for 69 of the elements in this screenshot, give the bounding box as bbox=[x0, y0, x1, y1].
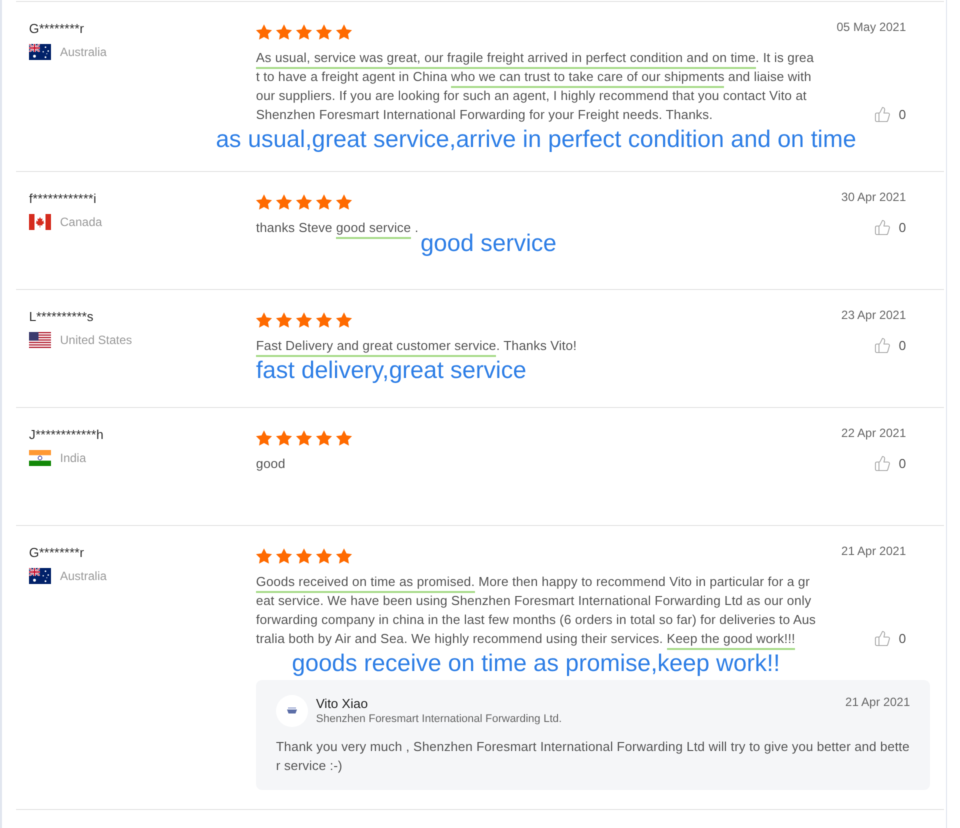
star-icon bbox=[316, 430, 332, 446]
like-button[interactable]: 0 bbox=[874, 629, 906, 648]
star-icon bbox=[256, 24, 272, 40]
review-date: 22 Apr 2021 bbox=[841, 426, 906, 440]
star-icon bbox=[276, 194, 292, 210]
company-name: Shenzhen Foresmart International Forwarding Ltd. bbox=[316, 712, 562, 726]
thumbs-up-icon bbox=[874, 630, 891, 647]
star-icon bbox=[316, 194, 332, 210]
annotation-text: goods receive on time as promise,keep work!! bbox=[292, 652, 780, 676]
reviewer-name: L**********s bbox=[29, 308, 94, 326]
star-icon bbox=[256, 312, 272, 328]
review-text: good bbox=[256, 455, 286, 473]
review-text: Goods received on time as promised. More then happy to recommend Vito in particular for a great service. We have been using Shenzhen Foresmart International Forwarding Ltd as our only forwarding company in china in the last few months (6 orders in total so far) for deliveries to Australia both by Air and Sea. We highly recommend using their services. Keep the good work!!! bbox=[256, 572, 816, 648]
country-name: Australia bbox=[60, 568, 107, 584]
logo-avatar-icon bbox=[276, 695, 308, 727]
star-icon bbox=[316, 24, 332, 40]
star-icon bbox=[296, 430, 312, 446]
star-icon bbox=[336, 24, 352, 40]
replier-name: Vito Xiao bbox=[316, 696, 368, 712]
thumbs-up-icon bbox=[874, 337, 891, 354]
star-icon bbox=[296, 548, 312, 564]
star-icon bbox=[336, 430, 352, 446]
review-text: As usual, service was great, our fragile freight arrived in perfect condition and on time. It is great to have a freight agent in China who we can trust to take care of our shipments and liaise with our suppliers. If you are looking for such an agent, I highly recommend that you contact Vito at Shenzhen Foresmart International Forwarding for your Freight needs. Thanks. bbox=[256, 49, 815, 124]
star-icon bbox=[256, 548, 272, 564]
review-date: 30 Apr 2021 bbox=[841, 190, 906, 204]
country-name: United States bbox=[60, 332, 132, 348]
thumbs-up-icon bbox=[874, 219, 891, 236]
review-date: 21 Apr 2021 bbox=[841, 544, 906, 558]
review-date: 05 May 2021 bbox=[836, 20, 906, 34]
reviewer-name: G********r bbox=[29, 20, 84, 38]
united-states-flag-icon bbox=[29, 332, 51, 348]
review-text: Fast Delivery and great customer service. Thanks Vito! bbox=[256, 336, 816, 355]
thumbs-up-icon bbox=[874, 455, 891, 472]
star-icon bbox=[316, 548, 332, 564]
star-icon bbox=[256, 194, 272, 210]
reply-date: 21 Apr 2021 bbox=[845, 695, 910, 709]
star-icon bbox=[336, 548, 352, 564]
canada-flag-icon bbox=[29, 214, 51, 230]
star-icon bbox=[336, 312, 352, 328]
thumbs-up-icon bbox=[874, 106, 891, 123]
star-icon bbox=[276, 430, 292, 446]
australia-flag-icon bbox=[29, 44, 51, 60]
reviewer-name: f************i bbox=[29, 190, 96, 208]
star-icon bbox=[296, 194, 312, 210]
star-icon bbox=[316, 312, 332, 328]
annotation-text: good service bbox=[420, 232, 557, 256]
star-icon bbox=[336, 194, 352, 210]
star-icon bbox=[276, 548, 292, 564]
australia-flag-icon bbox=[29, 568, 51, 584]
reply-text: Thank you very much , Shenzhen Foresmart International Forwarding Ltd will try to give you better and better service :-) bbox=[276, 738, 910, 775]
annotation-text: as usual,great service,arrive in perfect condition and on time bbox=[216, 128, 856, 152]
star-icon bbox=[296, 312, 312, 328]
country-name: Canada bbox=[60, 214, 102, 230]
country-name: India bbox=[60, 450, 86, 466]
country-name: Australia bbox=[60, 44, 107, 60]
star-icon bbox=[276, 24, 292, 40]
star-icon bbox=[296, 24, 312, 40]
star-icon bbox=[276, 312, 292, 328]
reviewer-name: J************h bbox=[29, 426, 104, 444]
like-button[interactable]: 0 bbox=[874, 218, 906, 237]
like-button[interactable]: 0 bbox=[874, 105, 906, 124]
like-button[interactable]: 0 bbox=[874, 336, 906, 355]
like-button[interactable]: 0 bbox=[874, 454, 906, 473]
review-date: 23 Apr 2021 bbox=[841, 308, 906, 322]
review-text: thanks Steve good service . bbox=[256, 218, 418, 237]
reviewer-name: G********r bbox=[29, 544, 84, 562]
india-flag-icon bbox=[29, 450, 51, 466]
annotation-text: fast delivery,great service bbox=[256, 359, 526, 383]
star-icon bbox=[256, 430, 272, 446]
